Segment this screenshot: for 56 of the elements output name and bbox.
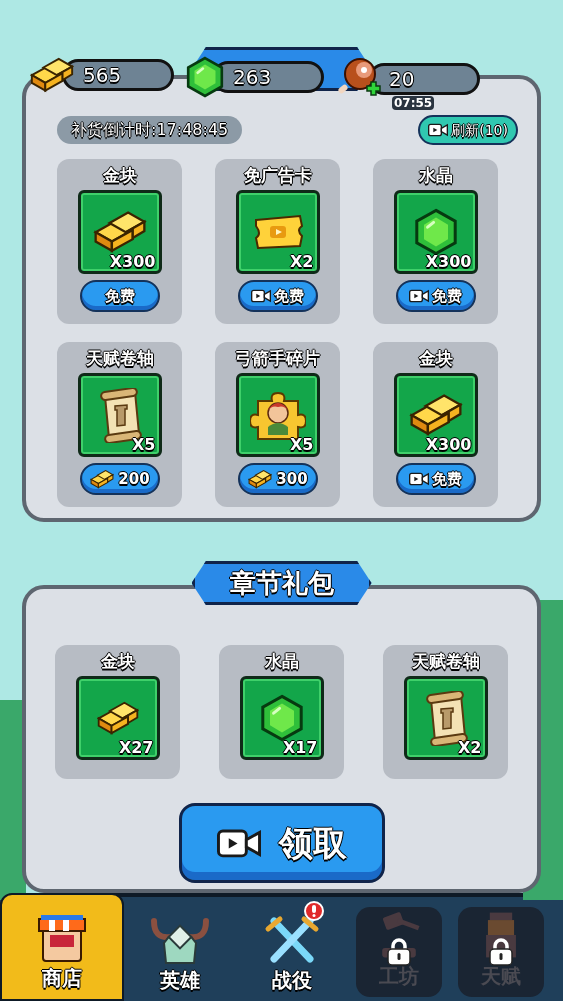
exclamation-icon [312, 905, 316, 917]
price-button[interactable]: 免费 [395, 463, 476, 495]
nav-tab[interactable]: 商店 [0, 893, 124, 1001]
item-quantity: X5 [290, 436, 314, 454]
price-button[interactable]: 免费 [79, 280, 160, 312]
item-quantity: X2 [290, 253, 314, 271]
item-name: 金块 [418, 347, 453, 370]
nav-label: 战役 [272, 967, 312, 993]
item-name: 金块 [100, 650, 135, 673]
item-name: 天赋卷轴 [85, 347, 154, 370]
video-camera-icon [409, 472, 429, 486]
item-quantity: X300 [109, 253, 156, 271]
nav-tab[interactable]: 战役 [236, 901, 348, 1001]
item-name: 免广告卡 [243, 164, 312, 187]
video-camera-icon [409, 289, 429, 303]
banner-title: 章节礼包 [229, 566, 334, 600]
price-button[interactable]: 免费 [395, 280, 476, 312]
claim-button[interactable]: 领取 [178, 803, 385, 883]
item-quantity: X300 [425, 253, 472, 271]
item-tile[interactable]: X5 [77, 373, 162, 457]
item-name: 天赋卷轴 [411, 650, 480, 673]
nav-label: 英雄 [160, 967, 200, 993]
item-tile[interactable]: X2 [235, 190, 320, 274]
item-tile[interactable]: X300 [393, 190, 478, 274]
price-button[interactable]: 免费 [237, 280, 318, 312]
item-name: 水晶 [264, 650, 299, 673]
lock-icon [386, 937, 412, 967]
refresh-button[interactable]: 刷新(10) [418, 115, 518, 145]
item-tile[interactable]: X5 [235, 373, 320, 457]
ingot-stack-icon [89, 468, 116, 490]
item-quantity: X2 [458, 739, 482, 757]
resource-counter: 565 [62, 59, 174, 92]
item-tile[interactable]: X2 [403, 676, 488, 760]
ingot-stack-icon [247, 468, 274, 490]
timer-text: 07:55 [392, 96, 435, 110]
ingot-stack-icon [94, 699, 141, 737]
nav-tab[interactable]: 英雄 [124, 901, 236, 1001]
video-camera-icon [428, 123, 449, 137]
restock-countdown: 补货倒计时:17:48:45 [57, 116, 243, 144]
item-tile[interactable]: X27 [75, 676, 160, 760]
price-button[interactable]: 300 [237, 463, 318, 495]
item-name: 金块 [102, 164, 137, 187]
nav-label: 商店 [42, 965, 82, 991]
item-quantity: X17 [282, 739, 318, 757]
video-camera-icon [216, 827, 261, 859]
item-quantity: X300 [425, 436, 472, 454]
item-quantity: X27 [118, 739, 154, 757]
video-camera-icon [251, 289, 271, 303]
item-tile[interactable]: X17 [239, 676, 324, 760]
item-name: 水晶 [418, 164, 453, 187]
lock-icon [488, 937, 514, 967]
item-quantity: X5 [132, 436, 156, 454]
item-tile[interactable]: X300 [77, 190, 162, 274]
item-name: 弓箭手碎片 [235, 347, 320, 370]
price-button[interactable]: 200 [79, 463, 160, 495]
item-tile[interactable]: X300 [393, 373, 478, 457]
